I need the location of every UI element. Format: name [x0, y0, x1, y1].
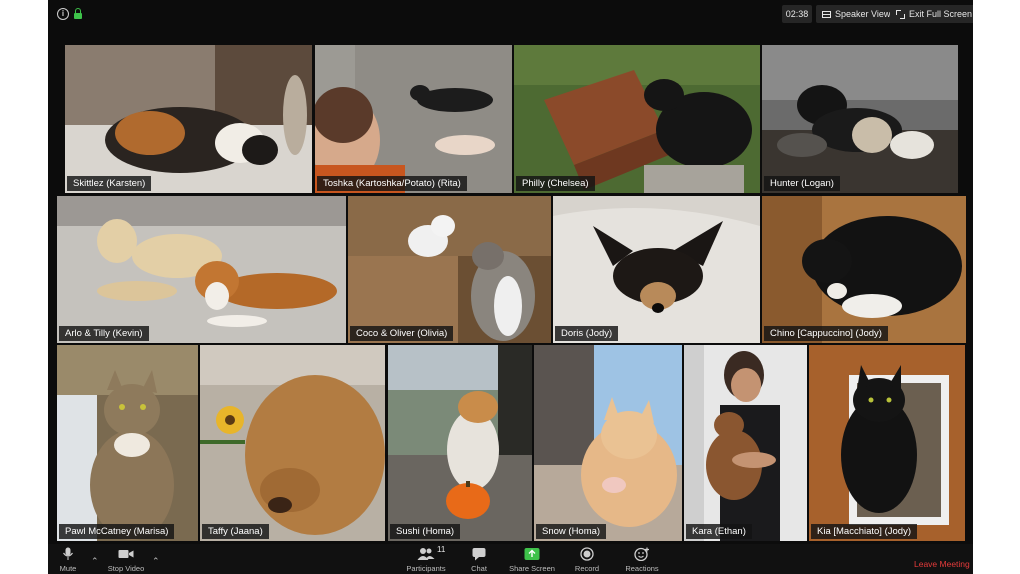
video-tile-coco-oliver[interactable]: Coco & Oliver (Olivia) — [348, 196, 551, 343]
exit-full-screen-label: Exit Full Screen — [909, 9, 973, 19]
grid-icon — [822, 11, 831, 19]
meeting-toolbar: Mute ⌃ Stop Video ⌃ Participants 11 Chat… — [48, 544, 973, 574]
share-screen-label: Share Screen — [509, 564, 555, 573]
video-camera-icon — [118, 550, 134, 558]
lock-icon[interactable] — [74, 8, 82, 19]
cat-video-feed — [57, 345, 198, 541]
microphone-icon — [63, 547, 73, 560]
participant-name: Chino [Cappuccino] (Jody) — [764, 326, 888, 341]
exit-full-screen-button[interactable]: Exit Full Screen — [890, 5, 973, 23]
chat-icon — [472, 548, 486, 561]
participant-name: Hunter (Logan) — [764, 176, 840, 191]
record-button[interactable]: Record — [563, 547, 611, 573]
video-tile-chino[interactable]: Chino [Cappuccino] (Jody) — [762, 196, 966, 343]
speaker-view-label: Speaker View — [835, 9, 891, 19]
speaker-view-button[interactable]: Speaker View — [816, 5, 897, 23]
participant-name: Coco & Oliver (Olivia) — [350, 326, 454, 341]
participant-name: Doris (Jody) — [555, 326, 619, 341]
mute-label: Mute — [59, 564, 77, 573]
participant-name: Toshka (Kartoshka/Potato) (Rita) — [317, 176, 467, 191]
participant-name: Taffy (Jaana) — [202, 524, 269, 539]
cat-video-feed — [388, 345, 532, 541]
dog-video-feed — [315, 45, 512, 193]
reactions-label: Reactions — [625, 564, 659, 573]
dog-video-feed — [684, 345, 807, 541]
share-screen-button[interactable]: Share Screen — [508, 547, 556, 573]
video-tile-skittlez[interactable]: Skittlez (Karsten) — [65, 45, 312, 193]
video-tile-toshka[interactable]: Toshka (Kartoshka/Potato) (Rita) — [315, 45, 512, 193]
video-tile-arlo-tilly[interactable]: Arlo & Tilly (Kevin) — [57, 196, 346, 343]
participant-name: Pawl McCatney (Marisa) — [59, 524, 175, 539]
video-tile-philly[interactable]: Philly (Chelsea) — [514, 45, 760, 193]
video-tile-doris[interactable]: Doris (Jody) — [553, 196, 760, 343]
participant-name: Philly (Chelsea) — [516, 176, 595, 191]
mute-button[interactable]: Mute — [48, 547, 92, 573]
stop-video-label: Stop Video — [107, 564, 145, 573]
dog-video-feed — [200, 345, 385, 541]
chat-label: Chat — [471, 564, 487, 573]
video-tile-pawl[interactable]: Pawl McCatney (Marisa) — [57, 345, 198, 541]
cat-video-feed — [809, 345, 965, 541]
participant-name: Sushi (Homa) — [390, 524, 461, 539]
record-label: Record — [574, 564, 600, 573]
participants-icon — [417, 548, 435, 560]
cat-video-feed — [534, 345, 682, 541]
chat-button[interactable]: Chat — [455, 547, 503, 573]
dogs-video-feed — [57, 196, 346, 343]
video-tile-taffy[interactable]: Taffy (Jaana) — [200, 345, 385, 541]
participants-label: Participants — [406, 564, 446, 573]
zoom-window: i 02:38 Speaker View Exit Full Screen Sk… — [48, 0, 973, 574]
info-icon[interactable]: i — [57, 8, 69, 20]
share-screen-icon — [524, 548, 540, 560]
participant-name: Kara (Ethan) — [686, 524, 752, 539]
cat-video-feed — [762, 196, 966, 343]
dog-video-feed — [762, 45, 958, 193]
participant-name: Snow (Homa) — [536, 524, 607, 539]
audio-options-chevron-up-icon[interactable]: ⌃ — [91, 557, 99, 566]
cats-video-feed — [348, 196, 551, 343]
reactions-icon — [634, 547, 649, 561]
expand-icon — [896, 10, 905, 20]
leave-meeting-button[interactable]: Leave Meeting — [914, 559, 970, 569]
video-tile-kia[interactable]: Kia [Macchiato] (Jody) — [809, 345, 965, 541]
video-tile-kara[interactable]: Kara (Ethan) — [684, 345, 807, 541]
participant-name: Kia [Macchiato] (Jody) — [811, 524, 917, 539]
reactions-button[interactable]: Reactions — [618, 547, 666, 573]
video-tile-sushi[interactable]: Sushi (Homa) — [388, 345, 532, 541]
cat-video-feed — [65, 45, 312, 193]
participant-name: Skittlez (Karsten) — [67, 176, 152, 191]
stop-video-button[interactable]: Stop Video — [102, 547, 150, 573]
participants-count: 11 — [437, 545, 446, 554]
video-options-chevron-up-icon[interactable]: ⌃ — [152, 557, 160, 566]
dog-video-feed — [514, 45, 760, 193]
participant-name: Arlo & Tilly (Kevin) — [59, 326, 149, 341]
video-tile-snow[interactable]: Snow (Homa) — [534, 345, 682, 541]
record-icon — [580, 547, 594, 561]
top-bar: i 02:38 Speaker View Exit Full Screen — [48, 0, 973, 28]
video-tile-hunter[interactable]: Hunter (Logan) — [762, 45, 958, 193]
dog-video-feed — [553, 196, 760, 343]
meeting-timer: 02:38 — [782, 5, 812, 23]
